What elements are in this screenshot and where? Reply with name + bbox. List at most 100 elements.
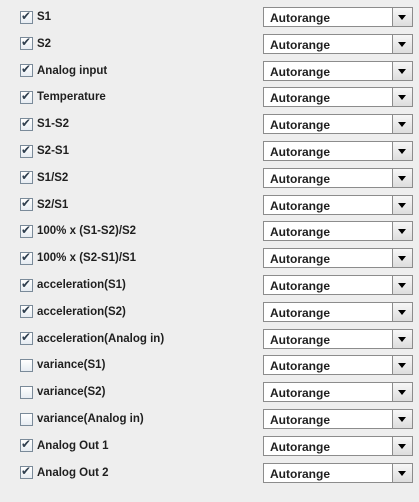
range-dropdown-value: Autorange xyxy=(270,332,330,347)
channel-label: S1-S2 xyxy=(37,118,69,131)
chevron-down-icon[interactable] xyxy=(392,142,412,160)
channel-checkbox[interactable]: ✔ 100% x (S2-S1)/S1 xyxy=(20,248,136,268)
channel-row: ✔ acceleration(S1) Autorange xyxy=(0,274,419,296)
chevron-down-icon[interactable] xyxy=(392,61,412,80)
checkmark-icon: ✔ xyxy=(21,8,32,23)
chevron-down-icon[interactable] xyxy=(392,302,412,321)
channel-checkbox[interactable]: variance(S1) xyxy=(20,355,105,375)
range-dropdown[interactable]: Autorange xyxy=(263,409,413,429)
channel-checkbox[interactable]: ✔ S1/S2 xyxy=(20,168,68,188)
range-dropdown[interactable]: Autorange xyxy=(263,167,413,188)
checkbox-icon[interactable]: ✔ xyxy=(20,276,33,292)
chevron-down-icon[interactable] xyxy=(392,276,412,294)
channel-label: S2 xyxy=(37,37,52,50)
range-dropdown[interactable]: Autorange xyxy=(263,301,413,322)
channel-label: 100% x (S1-S2)/S2 xyxy=(37,225,137,238)
channel-label: variance(Analog in) xyxy=(37,413,144,425)
range-dropdown[interactable]: Autorange xyxy=(263,141,413,161)
chevron-down-icon[interactable] xyxy=(392,8,412,26)
channel-checkbox[interactable]: ✔ S2-S1 xyxy=(20,141,69,161)
checkbox-icon[interactable]: ✔ xyxy=(20,62,33,78)
checkbox-icon[interactable] xyxy=(20,385,33,399)
chevron-down-icon[interactable] xyxy=(392,410,412,428)
checkbox-icon[interactable]: ✔ xyxy=(20,330,33,346)
range-dropdown-value: Autorange xyxy=(270,198,330,213)
checkmark-icon: ✔ xyxy=(21,169,32,184)
chevron-down-icon[interactable] xyxy=(392,115,412,134)
range-dropdown[interactable]: Autorange xyxy=(263,221,413,242)
checkbox-icon[interactable]: ✔ xyxy=(20,89,33,104)
chevron-down-icon[interactable] xyxy=(392,463,412,482)
channel-checkbox[interactable]: ✔ Analog Out 2 xyxy=(20,463,109,483)
channel-checkbox[interactable]: variance(Analog in) xyxy=(20,409,144,429)
channel-checkbox[interactable]: ✔ Analog Out 1 xyxy=(20,436,109,456)
channel-checkbox[interactable]: ✔ acceleration(S2) xyxy=(20,302,126,322)
checkbox-icon[interactable]: ✔ xyxy=(20,35,33,51)
chevron-down-icon[interactable] xyxy=(392,436,412,455)
range-dropdown[interactable]: Autorange xyxy=(263,33,413,54)
range-dropdown[interactable]: Autorange xyxy=(263,60,413,81)
channel-label: Analog Out 2 xyxy=(37,466,109,479)
channel-row: ✔ S1 Autorange xyxy=(0,6,419,28)
range-dropdown[interactable]: Autorange xyxy=(263,355,413,376)
checkbox-icon[interactable]: ✔ xyxy=(20,437,33,453)
channel-checkbox[interactable]: ✔ acceleration(Analog in) xyxy=(20,329,164,349)
channel-checkbox[interactable]: variance(S2) xyxy=(20,382,105,402)
checkmark-icon: ✔ xyxy=(21,276,32,291)
checkmark-icon: ✔ xyxy=(21,142,32,157)
range-dropdown[interactable]: Autorange xyxy=(263,194,413,215)
channel-row: ✔ S2-S1 Autorange xyxy=(0,140,419,162)
chevron-down-icon[interactable] xyxy=(392,195,412,214)
chevron-down-icon[interactable] xyxy=(392,249,412,268)
range-dropdown[interactable]: Autorange xyxy=(263,87,413,108)
range-dropdown-value: Autorange xyxy=(270,252,330,267)
channel-label: Temperature xyxy=(37,91,106,104)
checkbox-icon[interactable]: ✔ xyxy=(20,115,33,131)
range-dropdown-value: Autorange xyxy=(270,386,330,401)
channel-checkbox[interactable]: ✔ acceleration(S1) xyxy=(20,275,126,295)
range-dropdown[interactable]: Autorange xyxy=(263,328,413,349)
chevron-down-icon[interactable] xyxy=(392,383,412,402)
range-dropdown[interactable]: Autorange xyxy=(263,462,413,483)
range-dropdown[interactable]: Autorange xyxy=(263,275,413,295)
channel-row: ✔ Temperature Autorange xyxy=(0,86,419,108)
channel-label: S1 xyxy=(37,11,52,23)
checkbox-icon[interactable]: ✔ xyxy=(20,464,33,480)
chevron-down-icon[interactable] xyxy=(392,222,412,241)
channel-checkbox[interactable]: ✔ S2 xyxy=(20,34,51,54)
chevron-down-icon[interactable] xyxy=(392,356,412,375)
range-dropdown-value: Autorange xyxy=(270,118,330,133)
range-dropdown[interactable]: Autorange xyxy=(263,382,413,403)
chevron-down-icon[interactable] xyxy=(392,34,412,53)
channel-row: ✔ acceleration(Analog in) Autorange xyxy=(0,328,419,350)
range-dropdown[interactable]: Autorange xyxy=(263,248,413,269)
channel-checkbox[interactable]: ✔ Temperature xyxy=(20,87,106,107)
checkbox-icon[interactable]: ✔ xyxy=(20,250,33,265)
checkbox-icon[interactable]: ✔ xyxy=(20,223,33,238)
chevron-down-icon[interactable] xyxy=(392,168,412,187)
channel-label: Analog input xyxy=(37,64,108,77)
checkbox-icon[interactable] xyxy=(20,412,33,426)
checkmark-icon: ✔ xyxy=(21,464,32,479)
checkbox-icon[interactable]: ✔ xyxy=(20,169,33,185)
channel-row: ✔ 100% x (S2-S1)/S1 Autorange xyxy=(0,247,419,269)
channel-checkbox[interactable]: ✔ S1-S2 xyxy=(20,114,69,134)
channel-checkbox[interactable]: ✔ Analog input xyxy=(20,61,107,81)
channel-checkbox[interactable]: ✔ S1 xyxy=(20,7,51,27)
channel-checkbox[interactable]: ✔ S2/S1 xyxy=(20,195,68,215)
checkbox-icon[interactable]: ✔ xyxy=(20,196,33,212)
range-dropdown[interactable]: Autorange xyxy=(263,7,413,27)
channel-label: 100% x (S2-S1)/S1 xyxy=(37,252,137,265)
channel-checkbox[interactable]: ✔ 100% x (S1-S2)/S2 xyxy=(20,221,136,241)
range-dropdown[interactable]: Autorange xyxy=(263,114,413,135)
range-dropdown[interactable]: Autorange xyxy=(263,435,413,456)
checkbox-icon[interactable]: ✔ xyxy=(20,142,33,158)
checkmark-icon: ✔ xyxy=(21,115,32,130)
channel-row: ✔ S1-S2 Autorange xyxy=(0,113,419,135)
range-dropdown-value: Autorange xyxy=(270,64,330,79)
checkbox-icon[interactable]: ✔ xyxy=(20,303,33,319)
checkbox-icon[interactable] xyxy=(20,358,33,372)
chevron-down-icon[interactable] xyxy=(392,88,412,107)
checkbox-icon[interactable]: ✔ xyxy=(20,8,33,24)
chevron-down-icon[interactable] xyxy=(392,329,412,348)
